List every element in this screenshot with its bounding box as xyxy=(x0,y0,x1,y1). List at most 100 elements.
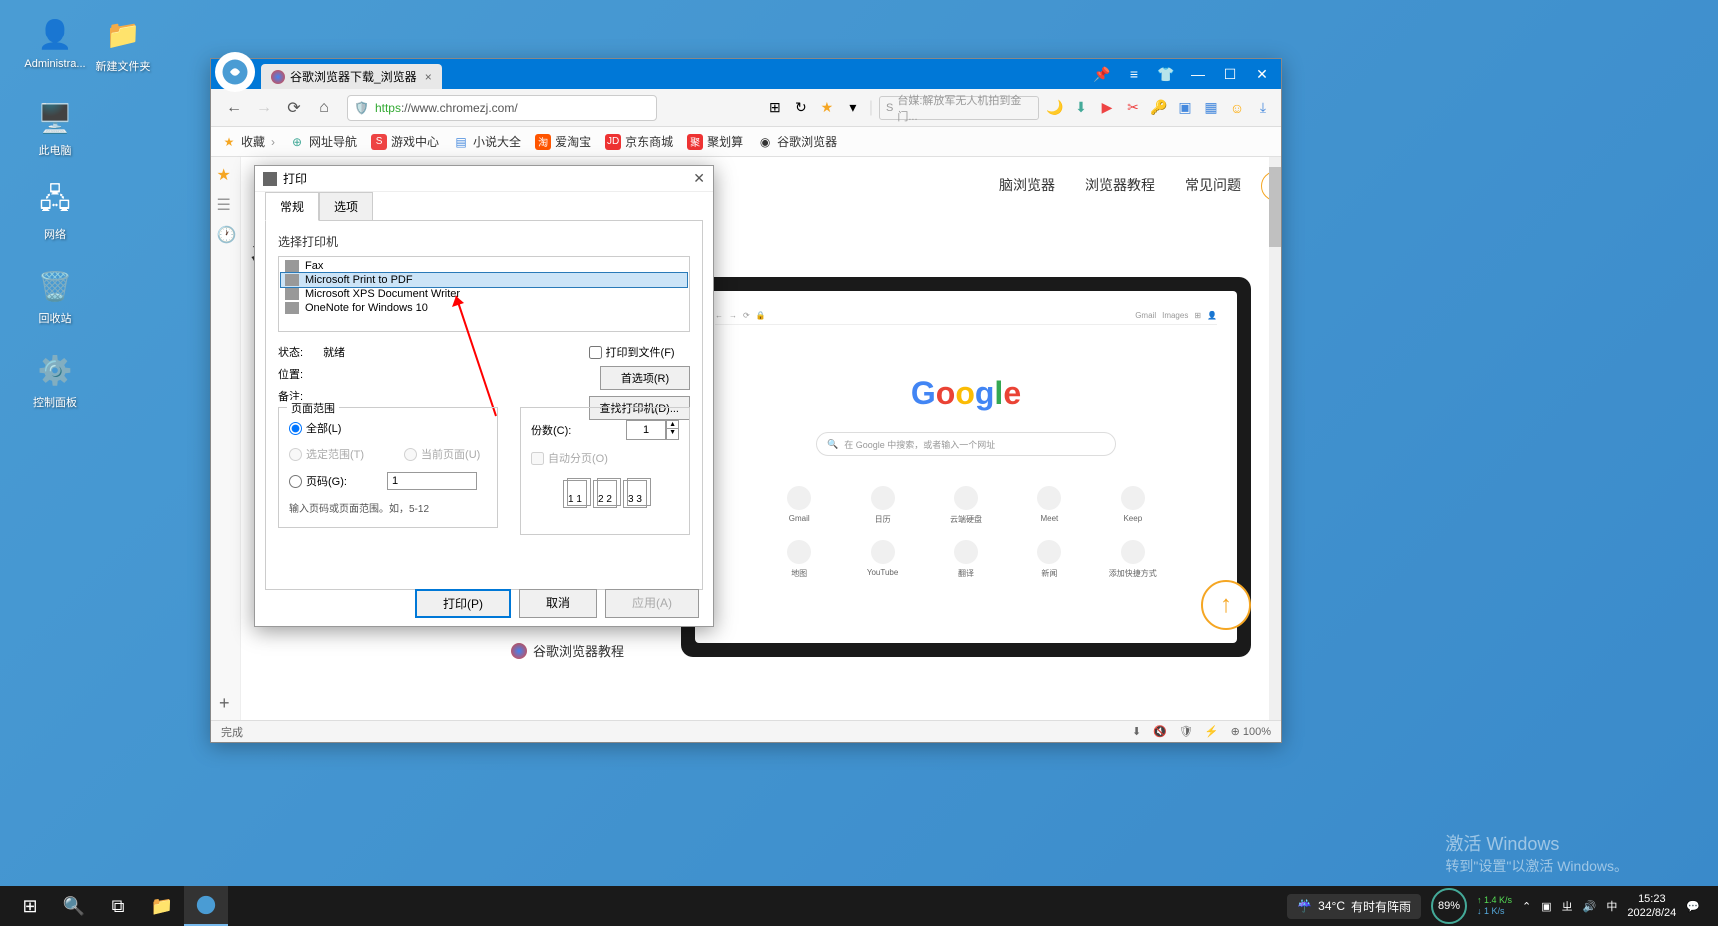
star-icon[interactable]: ★ xyxy=(817,98,837,118)
forward-button[interactable]: → xyxy=(251,95,277,121)
notifications-icon[interactable]: 💬 xyxy=(1686,900,1700,913)
battery-indicator[interactable]: 89% xyxy=(1431,888,1467,924)
printer-fax[interactable]: Fax xyxy=(281,259,687,273)
page-nav: 脑浏览器 浏览器教程 常见问题 请输入关键字或词 🔍 xyxy=(999,175,1241,195)
url-scheme: https xyxy=(375,101,401,115)
desktop-icon-pc[interactable]: 🖥️ 此电脑 xyxy=(20,98,90,158)
copies-input[interactable] xyxy=(626,420,666,440)
desktop-icon-admin[interactable]: 👤 Administra... xyxy=(20,14,90,70)
radio-pages[interactable]: 页码(G): xyxy=(289,473,347,489)
video-icon[interactable]: ▶ xyxy=(1097,98,1117,118)
ime-icon[interactable]: ▣ xyxy=(1541,900,1551,913)
printer-list[interactable]: Fax Microsoft Print to PDF Microsoft XPS… xyxy=(278,256,690,332)
refresh-icon[interactable]: ↻ xyxy=(791,98,811,118)
bookmark-novel[interactable]: ▤小说大全 xyxy=(453,133,521,150)
clock[interactable]: 15:23 2022/8/24 xyxy=(1627,892,1676,921)
computer-icon: 🖥️ xyxy=(35,98,75,138)
bookmark-taobao[interactable]: 淘爱淘宝 xyxy=(535,133,591,150)
printer-icon xyxy=(285,302,299,314)
smile-icon[interactable]: ☺ xyxy=(1227,98,1247,118)
task-view-button[interactable]: ⧉ xyxy=(96,886,140,926)
explorer-button[interactable]: 📁 xyxy=(140,886,184,926)
download-icon[interactable]: ⬇ xyxy=(1071,98,1091,118)
print-button[interactable]: 打印(P) xyxy=(415,589,511,618)
qr-icon[interactable]: ⊞ xyxy=(765,98,785,118)
home-button[interactable]: ⌂ xyxy=(311,95,337,121)
radio-selection[interactable]: 选定范围(T) xyxy=(289,446,364,462)
search-button[interactable]: 🔍 xyxy=(52,886,96,926)
nav-tutorial[interactable]: 浏览器教程 xyxy=(1085,175,1155,195)
spin-down[interactable]: ▼ xyxy=(667,429,678,436)
ime-mode[interactable]: 中 xyxy=(1606,898,1617,914)
page-number-input[interactable] xyxy=(387,472,477,490)
chrome-icon xyxy=(511,643,527,659)
dropdown-icon[interactable]: ▾ xyxy=(843,98,863,118)
window-skin-icon[interactable]: 👕 xyxy=(1151,62,1181,86)
radio-current[interactable]: 当前页面(U) xyxy=(404,446,480,462)
ime-lang[interactable]: ㄓ xyxy=(1562,898,1573,914)
user-icon: 👤 xyxy=(35,14,75,54)
tutorial-link[interactable]: 谷歌浏览器教程 xyxy=(511,641,624,660)
desktop-icon-control[interactable]: ⚙️ 控制面板 xyxy=(20,350,90,410)
bookmark-favorites[interactable]: ★ 收藏 › xyxy=(221,133,275,150)
shield-status-icon[interactable]: 🛡 xyxy=(1179,725,1193,738)
bookmark-ju[interactable]: 聚聚划算 xyxy=(687,133,743,150)
chrome-icon: ◉ xyxy=(757,134,773,150)
add-tab-button[interactable]: + xyxy=(219,693,230,714)
radio-all[interactable]: 全部(L) xyxy=(289,420,341,436)
spin-up[interactable]: ▲ xyxy=(667,421,678,429)
bookmark-game[interactable]: S游戏中心 xyxy=(371,133,439,150)
desktop-icon-folder[interactable]: 📁 新建文件夹 xyxy=(88,14,158,74)
tray-expand-icon[interactable]: ⌃ xyxy=(1522,900,1531,913)
printer-xps[interactable]: Microsoft XPS Document Writer xyxy=(281,287,687,301)
zoom-indicator[interactable]: ⊕ 100% xyxy=(1231,725,1271,738)
window-close-icon[interactable]: ✕ xyxy=(1247,62,1277,86)
window-maximize-icon[interactable]: ☐ xyxy=(1215,62,1245,86)
dialog-close-button[interactable]: ✕ xyxy=(693,170,705,187)
start-button[interactable]: ⊞ xyxy=(8,886,52,926)
tab-options[interactable]: 选项 xyxy=(319,192,373,221)
address-bar[interactable]: 🛡️ https ://www.chromezj.com/ xyxy=(347,95,657,121)
tab-close-icon[interactable]: × xyxy=(425,70,432,84)
window-pin-icon[interactable]: 📌 xyxy=(1087,62,1117,86)
sidebar-clock-icon[interactable]: 🕐 xyxy=(217,225,235,243)
sogou-taskbar-button[interactable] xyxy=(184,886,228,926)
compat-icon[interactable]: ⚡ xyxy=(1205,725,1219,738)
browser-tab[interactable]: 谷歌浏览器下载_浏览器 × xyxy=(261,64,442,89)
back-button[interactable]: ← xyxy=(221,95,247,121)
printer-onenote[interactable]: OneNote for Windows 10 xyxy=(281,301,687,315)
tab-general[interactable]: 常规 xyxy=(265,192,319,221)
mute-icon[interactable]: 🔇 xyxy=(1153,725,1167,738)
toolbar-search-input[interactable]: S 台媒:解放军无人机拍到金门... xyxy=(879,96,1039,120)
bookmark-chrome[interactable]: ◉谷歌浏览器 xyxy=(757,133,837,150)
printer-pdf[interactable]: Microsoft Print to PDF xyxy=(281,273,687,287)
tool2-icon[interactable]: ▦ xyxy=(1201,98,1221,118)
reload-button[interactable]: ⟳ xyxy=(281,95,307,121)
desktop-icon-network[interactable]: 🖧 网络 xyxy=(20,182,90,242)
cancel-button[interactable]: 取消 xyxy=(519,589,597,618)
key-icon[interactable]: 🔑 xyxy=(1149,98,1169,118)
download-status-icon[interactable]: ⬇ xyxy=(1132,725,1141,738)
network-speed[interactable]: ↑ 1.4 K/s ↓ 1 K/s xyxy=(1477,895,1512,917)
preferences-button[interactable]: 首选项(R) xyxy=(600,366,690,390)
volume-icon[interactable]: 🔊 xyxy=(1583,900,1597,913)
sidebar-star-icon[interactable]: ★ xyxy=(217,165,235,183)
nav-browser[interactable]: 脑浏览器 xyxy=(999,175,1055,195)
scrollbar[interactable] xyxy=(1269,157,1281,720)
scissors-icon[interactable]: ✂ xyxy=(1123,98,1143,118)
download2-icon[interactable]: ⤓ xyxy=(1253,98,1273,118)
bookmark-jd[interactable]: JD京东商城 xyxy=(605,133,673,150)
weather-widget[interactable]: ☔ 34°C 有时有阵雨 xyxy=(1287,894,1421,919)
desktop-icon-recycle[interactable]: 🗑️ 回收站 xyxy=(20,266,90,326)
weather-icon[interactable]: 🌙 xyxy=(1045,98,1065,118)
game-icon: S xyxy=(371,134,387,150)
print-to-file-checkbox[interactable]: 打印到文件(F) xyxy=(589,344,690,360)
window-minimize-icon[interactable]: ― xyxy=(1183,62,1213,86)
tool1-icon[interactable]: ▣ xyxy=(1175,98,1195,118)
window-menu-icon[interactable]: ≡ xyxy=(1119,62,1149,86)
scroll-top-button[interactable]: ↑ xyxy=(1201,580,1251,630)
bookmark-nav[interactable]: ⊕网址导航 xyxy=(289,133,357,150)
collate-diagram: 1 1 2 2 3 3 xyxy=(531,480,679,508)
sidebar-list-icon[interactable]: ☰ xyxy=(217,195,235,213)
nav-faq[interactable]: 常见问题 xyxy=(1185,175,1241,195)
